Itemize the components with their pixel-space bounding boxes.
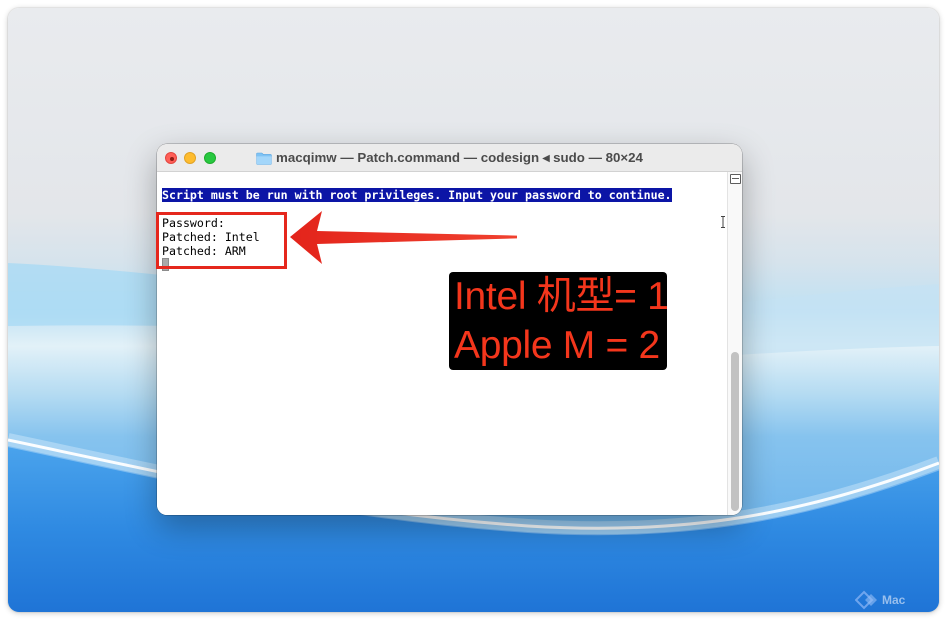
vertical-scrollbar[interactable]: [727, 172, 742, 515]
terminal-line-text: Script must be run with root privileges.…: [162, 188, 672, 202]
terminal-line: Script must be run with root privileges.…: [162, 188, 672, 202]
annotation-label-intel: Intel 机型= 1: [454, 275, 667, 318]
diamond-logo-icon: [855, 590, 877, 610]
scrollbar-thumb[interactable]: [731, 352, 739, 511]
annotation-label-apple: Apple M = 2: [454, 324, 660, 367]
watermark: Mac: [855, 590, 941, 610]
ibeam-cursor-icon: [721, 216, 725, 228]
split-view-divider: [732, 178, 739, 179]
window-title-group: macqimw — Patch.command — codesign ◂ sud…: [157, 144, 742, 172]
folder-icon: [256, 152, 272, 165]
annotation-arrow-icon: [290, 211, 517, 264]
title-bar[interactable]: macqimw — Patch.command — codesign ◂ sud…: [157, 144, 742, 172]
watermark-text: Mac: [882, 593, 906, 607]
window-title: macqimw — Patch.command — codesign ◂ sud…: [276, 150, 643, 165]
annotation-highlight-box: [156, 212, 287, 269]
annotation-label-box: Intel 机型= 1 Apple M = 2: [449, 272, 667, 370]
split-view-icon[interactable]: [730, 174, 741, 184]
